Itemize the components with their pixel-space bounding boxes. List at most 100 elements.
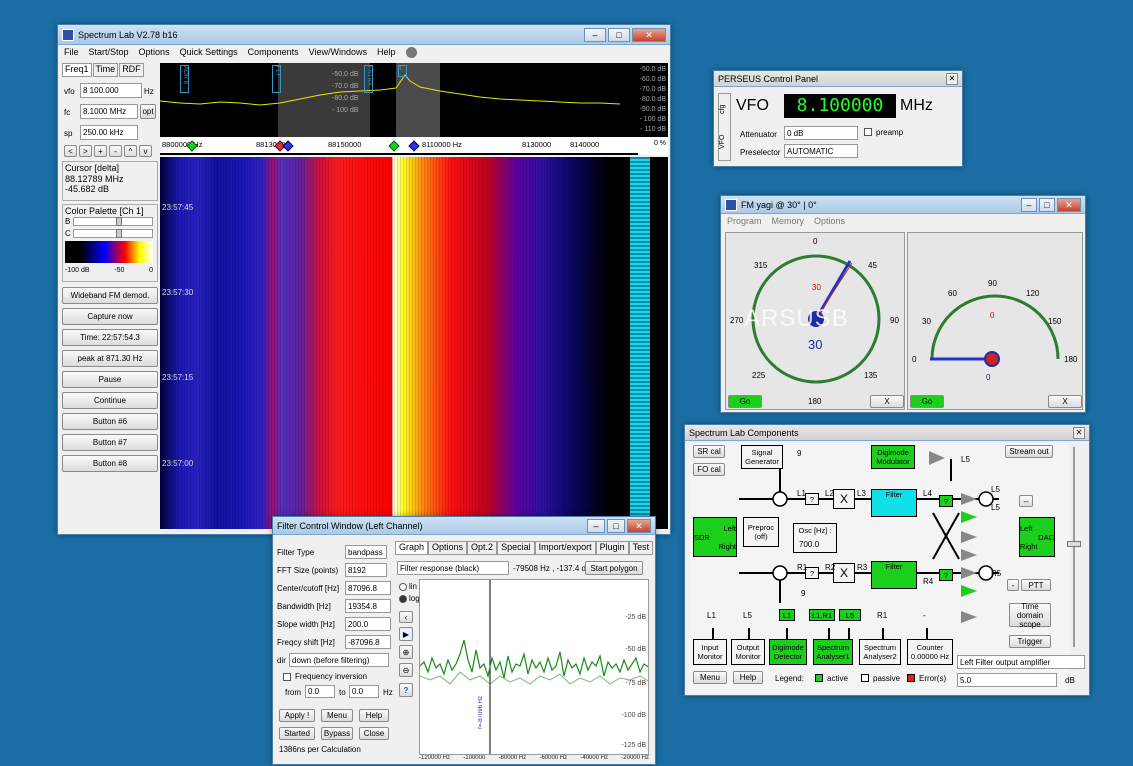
lin-radio[interactable] <box>399 583 407 591</box>
peak-display-button[interactable]: peak at 871.30 Hz <box>62 350 158 367</box>
start-polygon-button[interactable]: Start polygon <box>585 561 643 575</box>
ptt-button[interactable]: PTT <box>1021 579 1051 591</box>
preproc-block[interactable]: Preproc (off) <box>743 517 779 547</box>
log-radio[interactable] <box>399 595 407 603</box>
nav-left-button[interactable]: < <box>64 145 77 157</box>
perseus-titlebar[interactable]: PERSEUS Control Panel ✕ <box>714 71 962 87</box>
response-select[interactable]: Filter response (black) <box>397 561 509 575</box>
filter-close-button[interactable]: Close <box>359 727 389 740</box>
label-analyser1-b[interactable]: L5 <box>839 609 861 621</box>
mixer-r-block[interactable]: X <box>833 563 855 583</box>
nav-right-button[interactable]: > <box>79 145 92 157</box>
minimize-button[interactable]: – <box>584 27 606 42</box>
dac-option-button[interactable]: -- <box>1019 495 1033 507</box>
menu-view-windows[interactable]: View/Windows <box>309 47 367 57</box>
filter-titlebar[interactable]: Filter Control Window (Left Channel) – □… <box>273 517 655 535</box>
menu-file[interactable]: File <box>64 47 79 57</box>
vfo-display[interactable]: 8.100000 <box>784 94 896 118</box>
apply-button[interactable]: Apply ! <box>279 709 315 722</box>
zoom-out-icon[interactable]: ⊖ <box>399 663 413 677</box>
mixer-l-block[interactable]: X <box>833 489 855 509</box>
close-icon[interactable]: ✕ <box>1073 426 1085 439</box>
dac-output-block[interactable]: Left DAC Right <box>1019 517 1055 557</box>
spectrum-analyser1-block[interactable]: Spectrum Analyser1 <box>813 639 853 665</box>
close-button[interactable]: ✕ <box>632 27 666 42</box>
counter-block[interactable]: Counter 0.00000 Hz <box>907 639 953 665</box>
fc-input[interactable]: 8.1000 MHz <box>80 104 138 119</box>
spectrum-graph[interactable]: AOR 6 FLT FRTRX T -50.0 dB -60.0 dB -70.… <box>160 63 668 137</box>
marker-aor6[interactable]: AOR 6 <box>180 65 189 93</box>
sp-input[interactable]: 250.00 kHz <box>80 125 138 140</box>
close-button[interactable]: ✕ <box>627 518 651 533</box>
output-monitor-block[interactable]: Output Monitor <box>731 639 765 665</box>
tab-time[interactable]: Time <box>92 63 119 77</box>
amplifier-select[interactable]: Left Filter output amplifier <box>957 655 1085 669</box>
nav-up-button[interactable]: ^ <box>124 145 137 157</box>
digimode-detector-block[interactable]: Digimode Detector <box>769 639 807 665</box>
capture-now-button[interactable]: Capture now <box>62 308 158 325</box>
amplifier-value-input[interactable]: 5.0 <box>957 673 1057 687</box>
marker-frtrx[interactable]: FRTRX <box>364 65 373 93</box>
trigger-button[interactable]: Trigger <box>1009 635 1051 648</box>
preamp-checkbox[interactable] <box>864 128 872 136</box>
spectrum-lab-titlebar[interactable]: Spectrum Lab V2.78 b16 – □ ✕ <box>58 25 670 45</box>
slope-width-input[interactable]: 200.0 <box>345 617 391 631</box>
fm-yagi-titlebar[interactable]: FM yagi @ 30° | 0° – □ ✕ <box>721 196 1085 214</box>
oscillator-frequency[interactable]: 700.0 <box>797 539 833 550</box>
tab-options[interactable]: Options <box>428 541 468 555</box>
tab-graph[interactable]: Graph <box>395 541 429 555</box>
minimize-button[interactable]: – <box>1021 197 1037 212</box>
stream-out-button[interactable]: Stream out <box>1005 445 1053 458</box>
amplifier-slider-thumb[interactable] <box>1067 541 1081 547</box>
tab-freq1[interactable]: Freq1 <box>62 63 92 77</box>
nav-down-button[interactable]: v <box>139 145 152 157</box>
waterfall-display[interactable]: 23:57:45 23:57:30 23:57:15 23:57:00 <box>160 157 628 529</box>
filter-r-block[interactable]: Filter <box>871 561 917 589</box>
question-block-r4[interactable]: ? <box>939 569 953 581</box>
maximize-button[interactable]: □ <box>1039 197 1055 212</box>
attenuator-select[interactable]: 0 dB <box>784 126 858 140</box>
ptt-minus-button[interactable]: - <box>1007 579 1019 591</box>
filter-help-button[interactable]: Help <box>359 709 389 722</box>
started-button[interactable]: Started <box>279 727 315 740</box>
filter-menu-button[interactable]: Menu <box>321 709 353 722</box>
brightness-thumb[interactable] <box>116 217 122 226</box>
filter-l-block[interactable]: Filter <box>871 489 917 517</box>
scroll-left-icon[interactable]: ‹ <box>399 611 413 623</box>
close-icon[interactable]: ✕ <box>946 72 958 85</box>
wideband-fm-button[interactable]: Wideband FM demod. <box>62 287 158 304</box>
amplifier-slider[interactable] <box>1065 447 1083 647</box>
menu-program[interactable]: Program <box>727 216 762 226</box>
tab-test[interactable]: Test <box>628 541 654 555</box>
maximize-button[interactable]: □ <box>608 27 630 42</box>
filter-graph[interactable]: f=-87096 Hz -25 dB -50 dB -75 dB -100 dB… <box>419 579 649 755</box>
pause-button[interactable]: Pause <box>62 371 158 388</box>
frequency-inversion-checkbox[interactable] <box>283 673 291 681</box>
vfo-input[interactable]: 8 100.000 <box>80 83 142 98</box>
help-icon[interactable]: ? <box>399 683 413 697</box>
continue-button[interactable]: Continue <box>62 392 158 409</box>
nav-plus-button[interactable]: + <box>94 145 107 157</box>
bypass-button[interactable]: Bypass <box>321 727 353 740</box>
time-domain-scope-button[interactable]: Time domain scope <box>1009 602 1051 629</box>
center-cutoff-input[interactable]: 87096.8 <box>345 581 391 595</box>
menu-options[interactable]: Options <box>814 216 845 226</box>
minimize-button[interactable]: – <box>587 518 605 533</box>
button-7[interactable]: Button #7 <box>62 434 158 451</box>
question-block-l2[interactable]: ? <box>805 493 819 505</box>
tab-vfo[interactable]: VFO <box>719 135 730 149</box>
nav-minus-button[interactable]: - <box>109 145 122 157</box>
components-titlebar[interactable]: Spectrum Lab Components ✕ <box>685 425 1089 441</box>
fc-options-button[interactable]: opt <box>140 104 156 119</box>
azimuth-stop-button[interactable]: X <box>870 395 904 408</box>
marker-t[interactable]: T <box>398 65 407 77</box>
tab-special[interactable]: Special <box>497 541 535 555</box>
components-help-button[interactable]: Help <box>733 671 763 684</box>
preselector-select[interactable]: AUTOMATIC <box>784 144 858 158</box>
marker-flt[interactable]: FLT <box>272 65 281 93</box>
fft-size-select[interactable]: 8192 <box>345 563 387 577</box>
play-icon[interactable]: ▶ <box>399 627 413 641</box>
close-button[interactable]: ✕ <box>1057 197 1081 212</box>
freq-shift-input[interactable]: -87096.8 <box>345 635 391 649</box>
azimuth-go-button[interactable]: Go <box>728 395 762 408</box>
